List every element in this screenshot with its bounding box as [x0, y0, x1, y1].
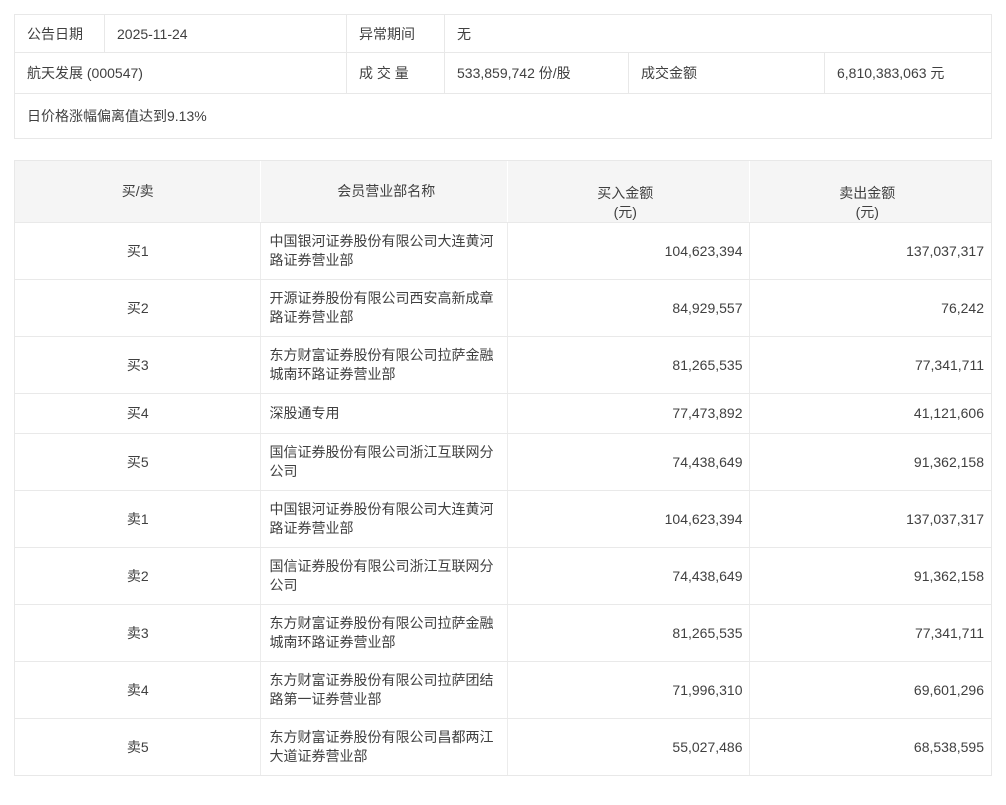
sell-amount-cell: 91,362,158	[749, 434, 991, 490]
buy-amount-cell: 77,473,892	[507, 394, 750, 433]
table-row-buy2: 买2 开源证券股份有限公司西安高新成章路证券营业部 84,929,557 76,…	[15, 279, 991, 336]
buy-amount-cell: 74,438,649	[507, 548, 750, 604]
sell-amount-cell: 77,341,711	[749, 337, 991, 393]
member-name-cell: 东方财富证券股份有限公司拉萨金融城南环路证券营业部	[260, 337, 507, 393]
sell-amount-cell: 41,121,606	[749, 394, 991, 433]
rank-cell: 买1	[15, 223, 260, 279]
broker-seats-table: 买/卖 会员营业部名称 买入金额 (元) 卖出金额 (元) 买1 中国银河证券股…	[14, 160, 992, 776]
buy-amount-cell: 81,265,535	[507, 605, 750, 661]
table-row-sell5: 卖5 东方财富证券股份有限公司昌都两江大道证券营业部 55,027,486 68…	[15, 718, 991, 775]
column-header-unit: (元)	[614, 203, 637, 222]
column-header-member-name: 会员营业部名称	[260, 161, 507, 222]
announce-date-value: 2025-11-24	[104, 15, 346, 52]
buy-amount-cell: 81,265,535	[507, 337, 750, 393]
turnover-value: 6,810,383,063 元	[824, 53, 991, 93]
info-row-date: 公告日期 2025-11-24 异常期间 无	[15, 15, 991, 52]
member-name-cell: 中国银河证券股份有限公司大连黄河路证券营业部	[260, 223, 507, 279]
rank-cell: 买2	[15, 280, 260, 336]
sell-amount-cell: 69,601,296	[749, 662, 991, 718]
table-row-buy5: 买5 国信证券股份有限公司浙江互联网分公司 74,438,649 91,362,…	[15, 433, 991, 490]
abnormal-period-value: 无	[444, 15, 991, 52]
buy-amount-cell: 55,027,486	[507, 719, 750, 775]
rank-cell: 买5	[15, 434, 260, 490]
info-row-deviation: 日价格涨幅偏离值达到9.13%	[15, 93, 991, 138]
column-header-buy-amount: 买入金额 (元)	[507, 161, 750, 222]
column-header-unit: (元)	[856, 203, 879, 222]
buy-amount-cell: 71,996,310	[507, 662, 750, 718]
buy-amount-cell: 84,929,557	[507, 280, 750, 336]
sell-amount-cell: 76,242	[749, 280, 991, 336]
info-row-volume: 航天发展 (000547) 成 交 量 533,859,742 份/股 成交金额…	[15, 52, 991, 93]
member-name-cell: 东方财富证券股份有限公司昌都两江大道证券营业部	[260, 719, 507, 775]
rank-cell: 卖1	[15, 491, 260, 547]
deviation-note: 日价格涨幅偏离值达到9.13%	[15, 94, 991, 138]
member-name-text: 东方财富证券股份有限公司拉萨团结路第一证券营业部	[269, 671, 503, 709]
column-header-buy-sell: 买/卖	[15, 161, 260, 222]
member-name-text: 东方财富证券股份有限公司昌都两江大道证券营业部	[269, 728, 503, 766]
announce-date-label: 公告日期	[15, 15, 104, 52]
member-name-text: 国信证券股份有限公司浙江互联网分公司	[269, 443, 503, 481]
member-name-cell: 开源证券股份有限公司西安高新成章路证券营业部	[260, 280, 507, 336]
member-name-cell: 国信证券股份有限公司浙江互联网分公司	[260, 548, 507, 604]
member-name-cell: 东方财富证券股份有限公司拉萨金融城南环路证券营业部	[260, 605, 507, 661]
member-name-text: 东方财富证券股份有限公司拉萨金融城南环路证券营业部	[269, 614, 503, 652]
column-header-label: 卖出金额	[839, 184, 895, 203]
buy-amount-cell: 104,623,394	[507, 223, 750, 279]
rank-cell: 卖2	[15, 548, 260, 604]
table-row-sell4: 卖4 东方财富证券股份有限公司拉萨团结路第一证券营业部 71,996,310 6…	[15, 661, 991, 718]
sell-amount-cell: 91,362,158	[749, 548, 991, 604]
stock-name-code: 航天发展 (000547)	[15, 53, 346, 93]
table-row-buy4: 买4 深股通专用 77,473,892 41,121,606	[15, 393, 991, 433]
sell-amount-cell: 137,037,317	[749, 491, 991, 547]
table-row-sell2: 卖2 国信证券股份有限公司浙江互联网分公司 74,438,649 91,362,…	[15, 547, 991, 604]
buy-amount-cell: 74,438,649	[507, 434, 750, 490]
member-name-text: 东方财富证券股份有限公司拉萨金融城南环路证券营业部	[269, 346, 503, 384]
column-header-sell-amount: 卖出金额 (元)	[749, 161, 991, 222]
member-name-cell: 国信证券股份有限公司浙江互联网分公司	[260, 434, 507, 490]
table-row-buy3: 买3 东方财富证券股份有限公司拉萨金融城南环路证券营业部 81,265,535 …	[15, 336, 991, 393]
announcement-info-panel: 公告日期 2025-11-24 异常期间 无 航天发展 (000547) 成 交…	[14, 14, 992, 139]
member-name-text: 国信证券股份有限公司浙江互联网分公司	[269, 557, 503, 595]
rank-cell: 卖4	[15, 662, 260, 718]
member-name-text: 中国银河证券股份有限公司大连黄河路证券营业部	[269, 232, 503, 270]
abnormal-period-label: 异常期间	[346, 15, 444, 52]
column-header-label: 买/卖	[122, 182, 154, 201]
sell-amount-cell: 137,037,317	[749, 223, 991, 279]
column-header-label: 买入金额	[597, 184, 653, 203]
table-header-row: 买/卖 会员营业部名称 买入金额 (元) 卖出金额 (元)	[15, 161, 991, 222]
volume-value: 533,859,742 份/股	[444, 53, 628, 93]
column-header-label: 会员营业部名称	[337, 182, 435, 201]
rank-cell: 卖3	[15, 605, 260, 661]
buy-amount-cell: 104,623,394	[507, 491, 750, 547]
member-name-cell: 东方财富证券股份有限公司拉萨团结路第一证券营业部	[260, 662, 507, 718]
member-name-text: 深股通专用	[269, 404, 339, 423]
volume-label: 成 交 量	[346, 53, 444, 93]
rank-cell: 买4	[15, 394, 260, 433]
member-name-cell: 中国银河证券股份有限公司大连黄河路证券营业部	[260, 491, 507, 547]
rank-cell: 买3	[15, 337, 260, 393]
table-row-sell3: 卖3 东方财富证券股份有限公司拉萨金融城南环路证券营业部 81,265,535 …	[15, 604, 991, 661]
table-row-buy1: 买1 中国银河证券股份有限公司大连黄河路证券营业部 104,623,394 13…	[15, 222, 991, 279]
sell-amount-cell: 68,538,595	[749, 719, 991, 775]
member-name-text: 中国银河证券股份有限公司大连黄河路证券营业部	[269, 500, 503, 538]
table-row-sell1: 卖1 中国银河证券股份有限公司大连黄河路证券营业部 104,623,394 13…	[15, 490, 991, 547]
turnover-label: 成交金额	[628, 53, 824, 93]
member-name-cell: 深股通专用	[260, 394, 507, 433]
rank-cell: 卖5	[15, 719, 260, 775]
sell-amount-cell: 77,341,711	[749, 605, 991, 661]
member-name-text: 开源证券股份有限公司西安高新成章路证券营业部	[269, 289, 503, 327]
